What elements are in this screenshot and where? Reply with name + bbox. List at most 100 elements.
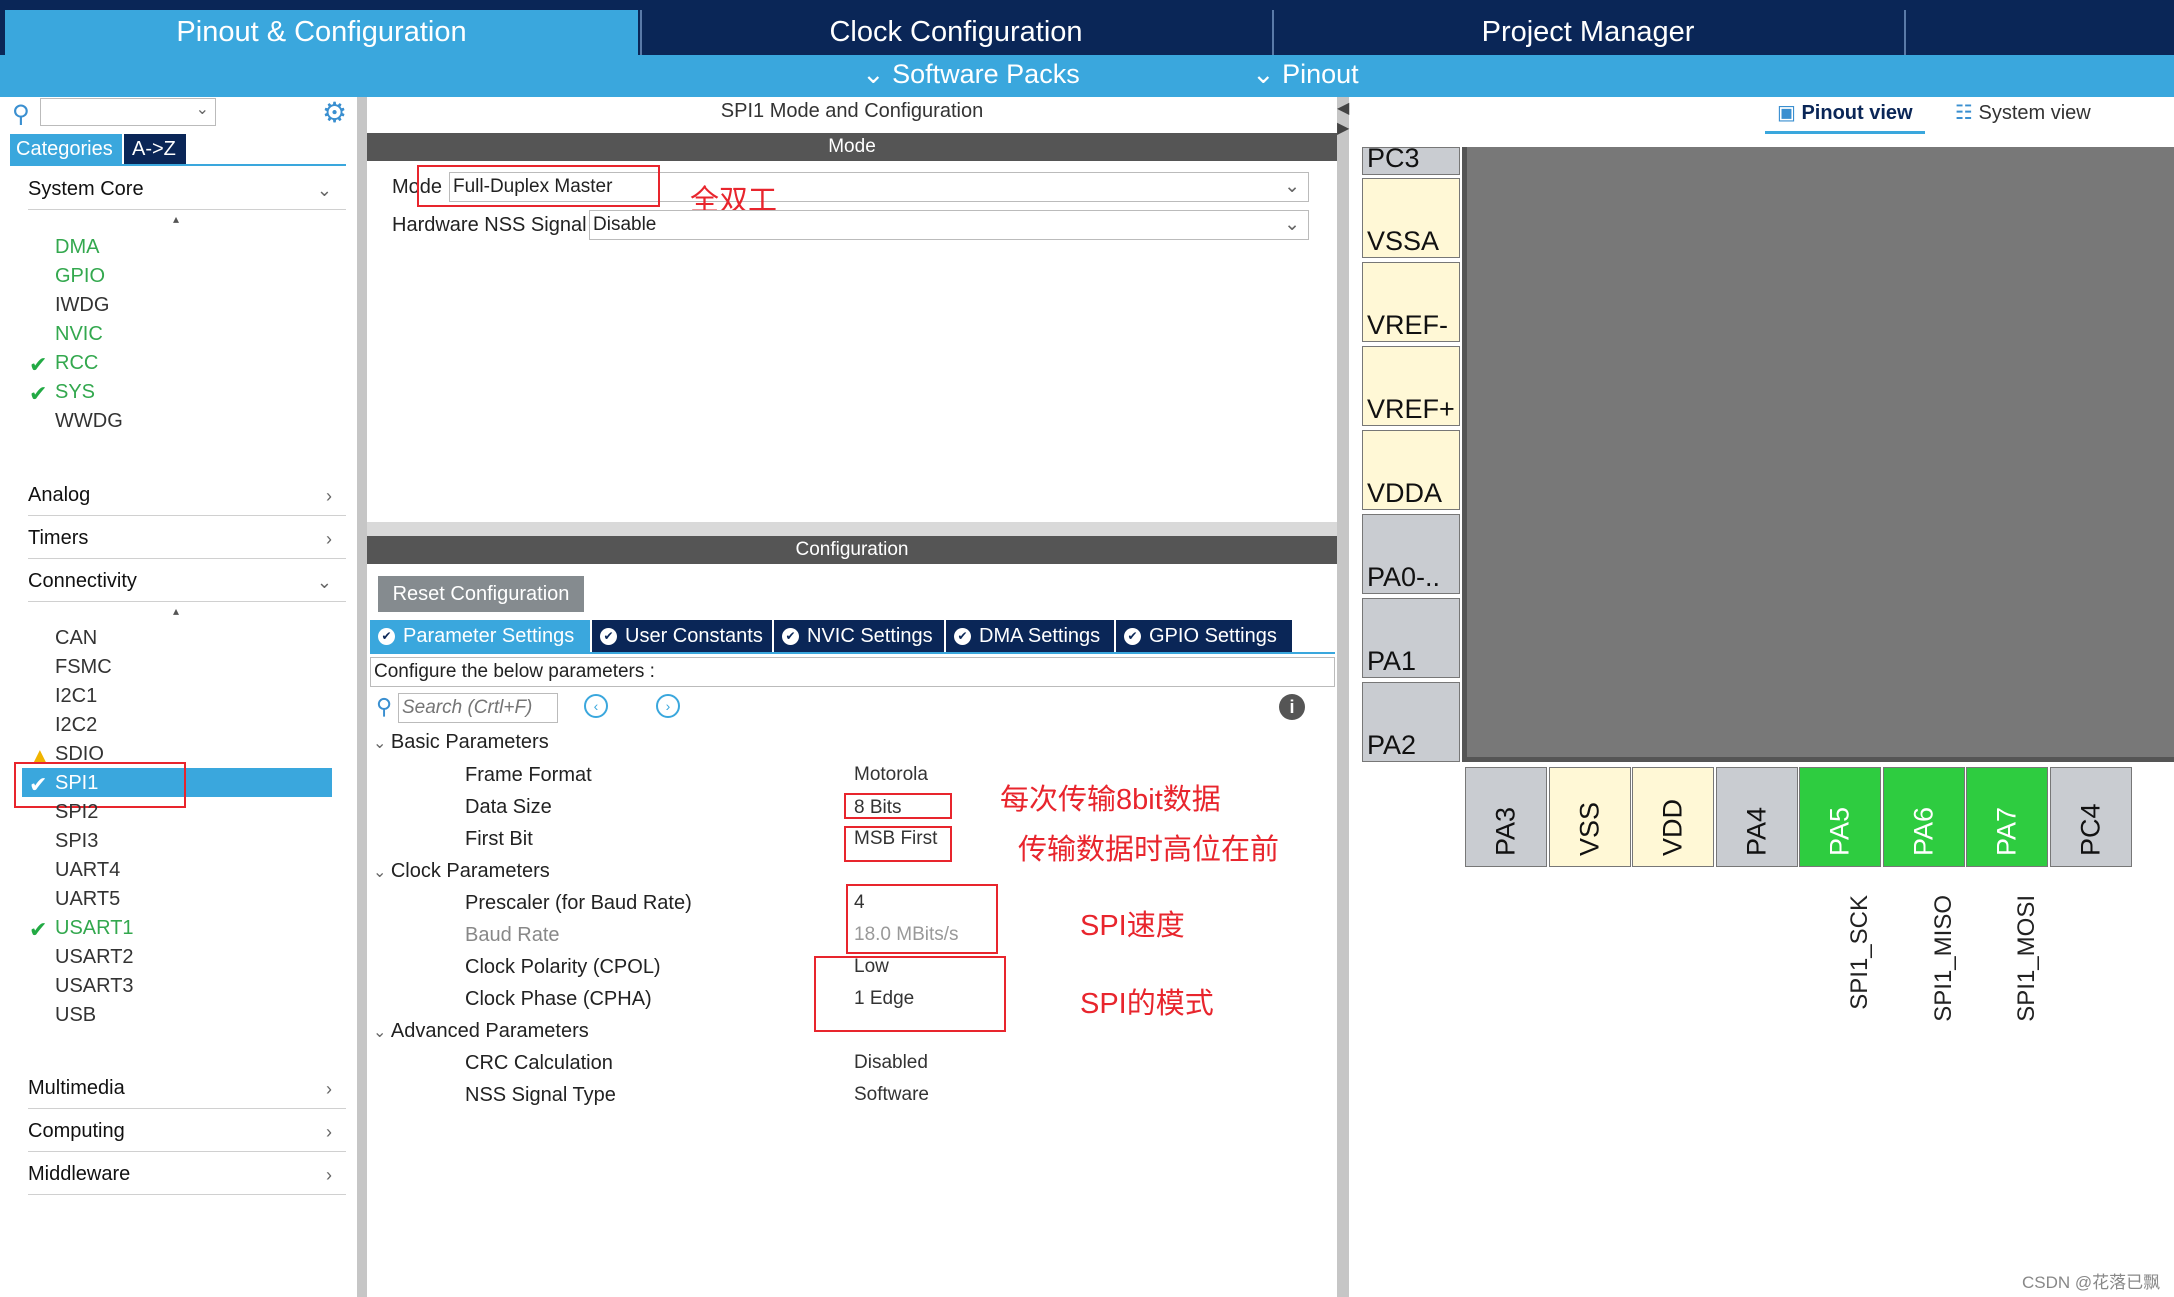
- tab-nvic-settings[interactable]: ✔ NVIC Settings: [774, 620, 944, 652]
- param-value-frame-format[interactable]: Motorola: [854, 764, 928, 786]
- search-combo[interactable]: ⌄: [40, 98, 216, 126]
- list-item-i2c1[interactable]: I2C1: [55, 685, 97, 713]
- sub-navigation: ⌄ Software Packs ⌄ Pinout: [0, 55, 2174, 97]
- tabs-underline: [370, 652, 1335, 654]
- list-item-spi2[interactable]: SPI2: [55, 801, 98, 829]
- list-item-usart1[interactable]: ✔ USART1: [29, 917, 134, 945]
- param-label-prescaler: Prescaler (for Baud Rate): [465, 892, 692, 914]
- chevron-right-icon: ›: [326, 1122, 332, 1142]
- list-item-rcc[interactable]: ✔ RCC: [29, 352, 98, 380]
- annotation-spi-speed: SPI速度: [1080, 910, 1185, 942]
- pin-pa5[interactable]: PA5: [1799, 767, 1881, 867]
- annotation-spi-mode: SPI的模式: [1080, 988, 1214, 1020]
- pin-vssa[interactable]: VSSA: [1362, 178, 1460, 258]
- chevron-right-icon: ›: [326, 486, 332, 506]
- watermark: CSDN @花落已飘: [2022, 1273, 2161, 1292]
- list-item-uart5[interactable]: UART5: [55, 888, 120, 916]
- list-item-nvic[interactable]: NVIC: [55, 323, 103, 351]
- search-icon[interactable]: ⚲: [12, 100, 38, 128]
- param-label-first-bit: First Bit: [465, 828, 533, 850]
- group-analog[interactable]: Analog ›: [28, 484, 346, 516]
- splitter-right[interactable]: [1337, 97, 1349, 1297]
- list-item-iwdg[interactable]: IWDG: [55, 294, 109, 322]
- tab-gpio-settings[interactable]: ✔ GPIO Settings: [1116, 620, 1292, 652]
- group-middleware[interactable]: Middleware ›: [28, 1163, 346, 1195]
- check-circle-icon: ✔: [1124, 627, 1141, 645]
- info-icon[interactable]: i: [1279, 694, 1305, 720]
- tab-user-constants[interactable]: ✔ User Constants: [592, 620, 772, 652]
- highlight-box-prescaler: [846, 884, 998, 954]
- scroll-up-icon[interactable]: ▴: [173, 212, 179, 226]
- gear-icon[interactable]: ⚙: [322, 96, 347, 129]
- tabs-underline: [10, 164, 346, 166]
- list-item-spi3[interactable]: SPI3: [55, 830, 98, 858]
- panel-splitter[interactable]: [367, 522, 1337, 536]
- list-item-usart3[interactable]: USART3: [55, 975, 134, 1003]
- list-item-can[interactable]: CAN: [55, 627, 97, 655]
- pin-vdda[interactable]: VDDA: [1362, 430, 1460, 510]
- pin-vref-[interactable]: VREF+: [1362, 346, 1460, 426]
- nss-select[interactable]: Disable ⌄: [589, 210, 1309, 240]
- pin-pa4[interactable]: PA4: [1715, 767, 1798, 867]
- search-input[interactable]: [398, 693, 558, 723]
- section-clock-parameters[interactable]: ⌄ Clock Parameters: [373, 860, 550, 883]
- highlight-box-data-size: [844, 793, 952, 819]
- pin-pa0-[interactable]: PA0-..: [1362, 514, 1460, 594]
- tab-pinout-view[interactable]: ▣ Pinout view: [1765, 100, 1925, 134]
- pin-pa3[interactable]: PA3: [1465, 767, 1547, 867]
- tab-pinout-configuration[interactable]: Pinout & Configuration: [5, 10, 638, 55]
- pinout-menu[interactable]: ⌄ Pinout: [1252, 59, 1359, 90]
- group-multimedia[interactable]: Multimedia ›: [28, 1077, 346, 1109]
- collapse-arrow-icon[interactable]: ◀ ▶: [1337, 98, 1349, 138]
- chevron-right-icon: ›: [326, 529, 332, 549]
- reset-configuration-button[interactable]: Reset Configuration: [378, 576, 584, 612]
- pin-pa1[interactable]: PA1: [1362, 598, 1460, 678]
- group-system-core[interactable]: System Core ⌄: [28, 178, 346, 210]
- tab-categories[interactable]: Categories: [10, 134, 122, 164]
- previous-icon[interactable]: ‹: [584, 694, 608, 718]
- list-item-dma[interactable]: DMA: [55, 236, 99, 264]
- tab-a-z[interactable]: A->Z: [124, 134, 186, 164]
- list-item-usb[interactable]: USB: [55, 1004, 96, 1032]
- group-connectivity[interactable]: Connectivity ⌄: [28, 570, 346, 602]
- param-label-frame-format: Frame Format: [465, 764, 592, 786]
- configure-text: Configure the below parameters :: [370, 657, 1335, 687]
- chevron-down-icon: ⌄: [1284, 214, 1300, 235]
- software-packs-menu[interactable]: ⌄ Software Packs: [862, 59, 1080, 90]
- param-value-nss-type[interactable]: Software: [854, 1084, 929, 1106]
- tab-project-manager[interactable]: Project Manager: [1272, 10, 1902, 55]
- pin-pa7[interactable]: PA7: [1966, 767, 2048, 867]
- list-item-sys[interactable]: ✔ SYS: [29, 381, 95, 409]
- tab-system-view[interactable]: ☷ System view: [1955, 100, 2091, 125]
- param-value-crc[interactable]: Disabled: [854, 1052, 928, 1074]
- pin-pc3[interactable]: PC3: [1362, 143, 1460, 175]
- scroll-up-icon[interactable]: ▴: [173, 604, 179, 618]
- group-timers[interactable]: Timers ›: [28, 527, 346, 559]
- config-header: Configuration: [367, 536, 1337, 564]
- tab-parameter-settings[interactable]: ✔ Parameter Settings: [370, 620, 590, 652]
- list-item-uart4[interactable]: UART4: [55, 859, 120, 887]
- splitter-left[interactable]: [357, 97, 367, 1297]
- tab-dma-settings[interactable]: ✔ DMA Settings: [946, 620, 1114, 652]
- param-label-baud-rate: Baud Rate: [465, 924, 560, 946]
- list-item-i2c2[interactable]: I2C2: [55, 714, 97, 742]
- param-label-cpol: Clock Polarity (CPOL): [465, 956, 661, 978]
- annotation-msb-first: 传输数据时高位在前: [1018, 834, 1280, 866]
- list-item-fsmc[interactable]: FSMC: [55, 656, 112, 684]
- section-advanced-parameters[interactable]: ⌄ Advanced Parameters: [373, 1020, 589, 1043]
- list-item-wwdg[interactable]: WWDG: [55, 410, 123, 438]
- list-item-usart2[interactable]: USART2: [55, 946, 134, 974]
- pin-vref-[interactable]: VREF-: [1362, 262, 1460, 342]
- param-label-nss-type: NSS Signal Type: [465, 1084, 616, 1106]
- pin-vdd[interactable]: VDD: [1632, 767, 1714, 867]
- check-circle-icon: ✔: [782, 627, 799, 645]
- pin-vss[interactable]: VSS: [1548, 767, 1631, 867]
- next-icon[interactable]: ›: [656, 694, 680, 718]
- section-basic-parameters[interactable]: ⌄ Basic Parameters: [373, 731, 549, 754]
- group-computing[interactable]: Computing ›: [28, 1120, 346, 1152]
- list-item-gpio[interactable]: GPIO: [55, 265, 105, 293]
- pin-pc4[interactable]: PC4: [2049, 767, 2132, 867]
- pin-pa6[interactable]: PA6: [1882, 767, 1965, 867]
- tab-clock-configuration[interactable]: Clock Configuration: [640, 10, 1270, 55]
- pin-pa2[interactable]: PA2: [1362, 682, 1460, 762]
